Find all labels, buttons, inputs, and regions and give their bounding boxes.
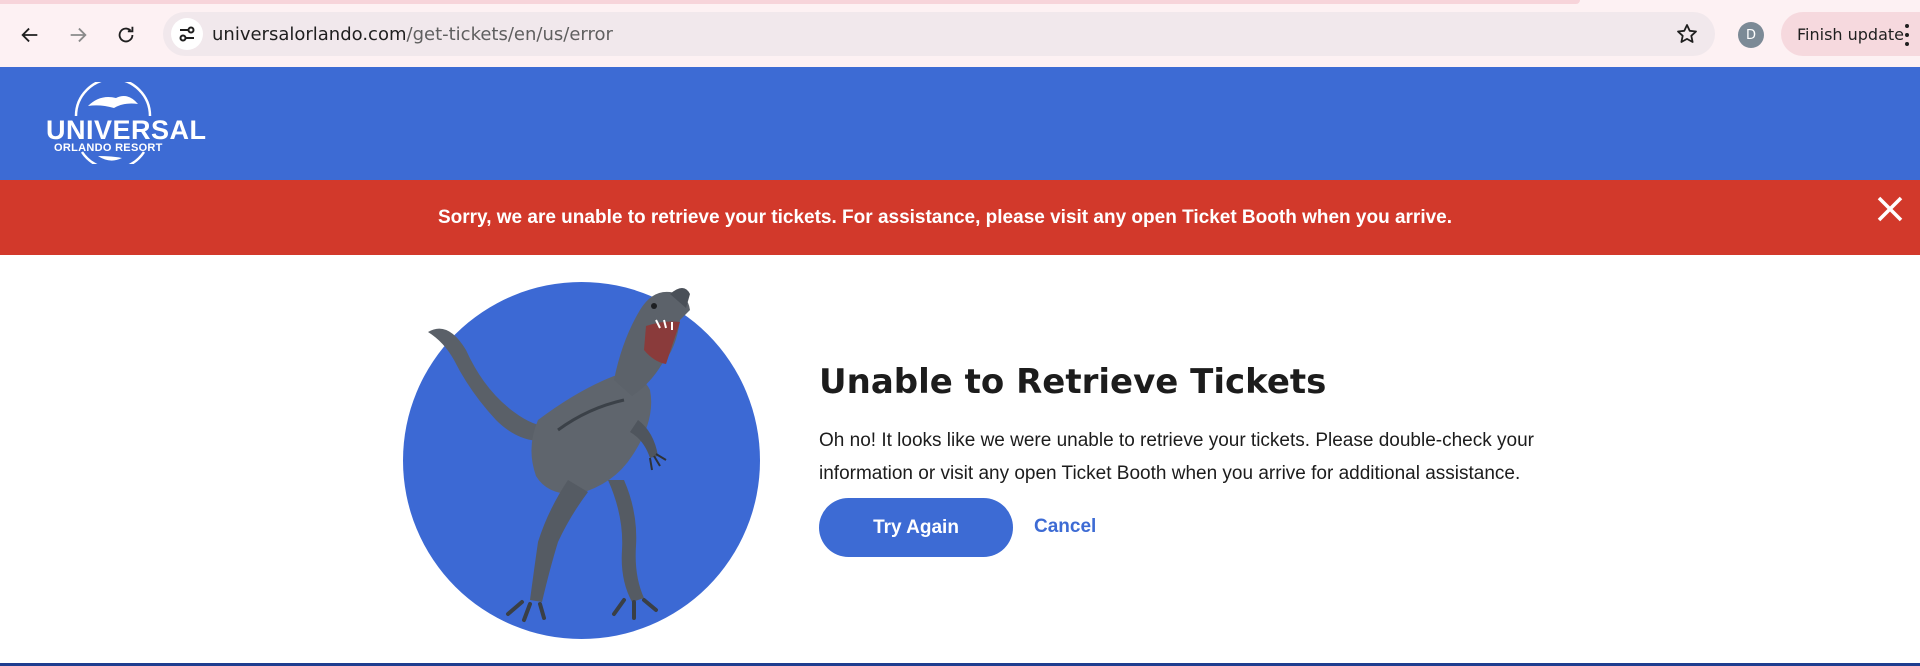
bookmark-star-icon[interactable]	[1675, 22, 1699, 46]
universal-logo[interactable]: UNIVERSAL ORLANDO RESORT	[38, 82, 206, 164]
finish-update-label: Finish update	[1797, 24, 1905, 44]
close-icon[interactable]	[1874, 193, 1906, 225]
site-header: UNIVERSAL ORLANDO RESORT	[0, 67, 1920, 180]
site-info-icon	[179, 26, 195, 42]
url-path: /get-tickets/en/us/error	[406, 24, 613, 45]
url-domain: universalorlando.com	[212, 24, 407, 45]
site-info-button[interactable]	[171, 18, 203, 50]
logo-subtitle: ORLANDO RESORT	[54, 142, 163, 154]
error-banner-message: Sorry, we are unable to retrieve your ti…	[437, 207, 1453, 228]
reload-icon	[118, 26, 134, 43]
profile-avatar[interactable]: D	[1738, 22, 1764, 48]
forward-button[interactable]	[61, 18, 95, 52]
url-text[interactable]: universalorlando.com/get-tickets/en/us/e…	[212, 24, 613, 45]
velociraptor-image	[428, 288, 690, 622]
error-description: Oh no! It looks like we were unable to r…	[819, 430, 1534, 484]
active-tab-strip	[0, 0, 1580, 4]
try-again-button[interactable]: Try Again	[819, 498, 1013, 557]
back-icon	[21, 27, 38, 43]
forward-icon	[70, 27, 87, 43]
finish-update-button[interactable]: Finish update	[1781, 12, 1920, 56]
more-menu-icon[interactable]	[1904, 24, 1910, 46]
error-title: Unable to Retrieve Tickets	[819, 362, 1327, 402]
address-bar[interactable]: universalorlando.com/get-tickets/en/us/e…	[163, 12, 1715, 56]
cancel-link[interactable]: Cancel	[1034, 516, 1096, 538]
reload-button[interactable]	[109, 18, 143, 52]
back-button[interactable]	[13, 18, 47, 52]
browser-toolbar: universalorlando.com/get-tickets/en/us/e…	[0, 0, 1920, 67]
error-banner: Sorry, we are unable to retrieve your ti…	[0, 180, 1920, 255]
